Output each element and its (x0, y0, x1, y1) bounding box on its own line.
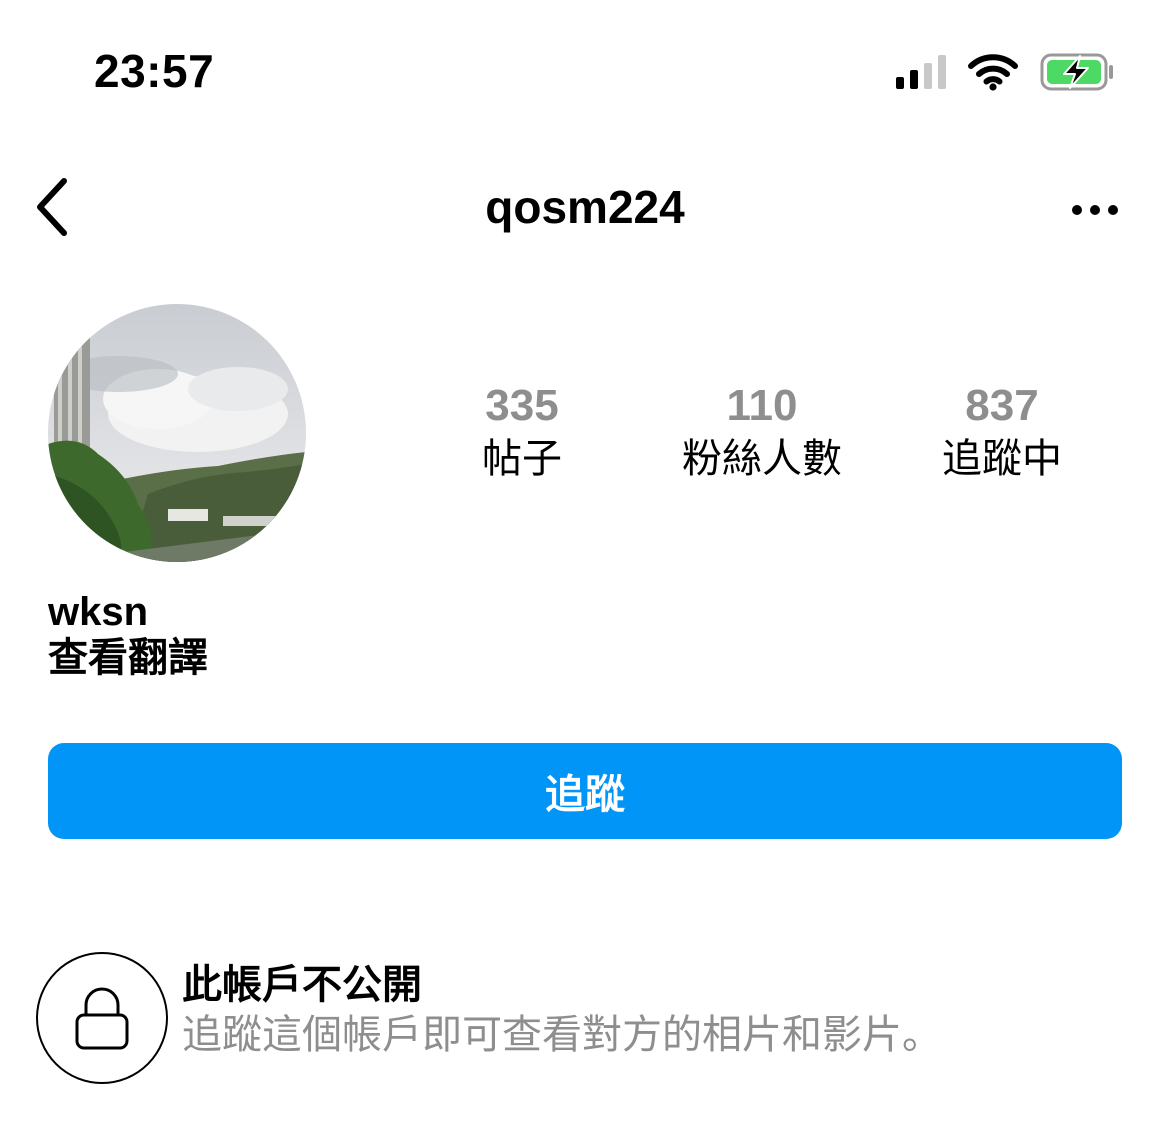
display-name: wksn (48, 590, 149, 634)
see-translation-link[interactable]: 查看翻譯 (48, 634, 208, 682)
profile-header: qosm224 (0, 160, 1170, 260)
status-icons (896, 50, 1116, 94)
status-time: 23:57 (94, 45, 215, 97)
profile-stats: 335 帖子 110 粉絲人數 837 追蹤中 (402, 378, 1122, 488)
posts-label: 帖子 (482, 437, 562, 481)
more-horizontal-icon (1072, 205, 1118, 215)
profile-username: qosm224 (485, 181, 685, 233)
lock-icon (75, 987, 129, 1050)
posts-count: 335 (485, 381, 559, 430)
profile-avatar[interactable] (48, 304, 306, 562)
battery-charging-icon (1040, 53, 1113, 91)
stat-posts[interactable]: 335 帖子 (402, 378, 642, 484)
following-label: 追蹤中 (942, 437, 1062, 481)
lock-badge (36, 952, 168, 1084)
more-options-button[interactable] (1060, 180, 1130, 240)
stat-following[interactable]: 837 追蹤中 (882, 378, 1122, 484)
status-bar: 23:57 (0, 0, 1170, 130)
private-account-title: 此帳戶不公開 (182, 963, 422, 1007)
follow-button[interactable]: 追蹤 (48, 743, 1122, 839)
private-account-description: 追蹤這個帳戶即可查看對方的相片和影片。 (182, 1013, 942, 1057)
stat-followers[interactable]: 110 粉絲人數 (642, 378, 882, 484)
wifi-icon (968, 54, 1018, 91)
followers-label: 粉絲人數 (682, 437, 842, 481)
private-account-notice: 此帳戶不公開 追蹤這個帳戶即可查看對方的相片和影片。 (36, 952, 1136, 1092)
following-count: 837 (965, 381, 1039, 430)
cellular-signal-icon (896, 55, 946, 89)
followers-count: 110 (726, 381, 798, 430)
avatar-image (48, 304, 306, 562)
